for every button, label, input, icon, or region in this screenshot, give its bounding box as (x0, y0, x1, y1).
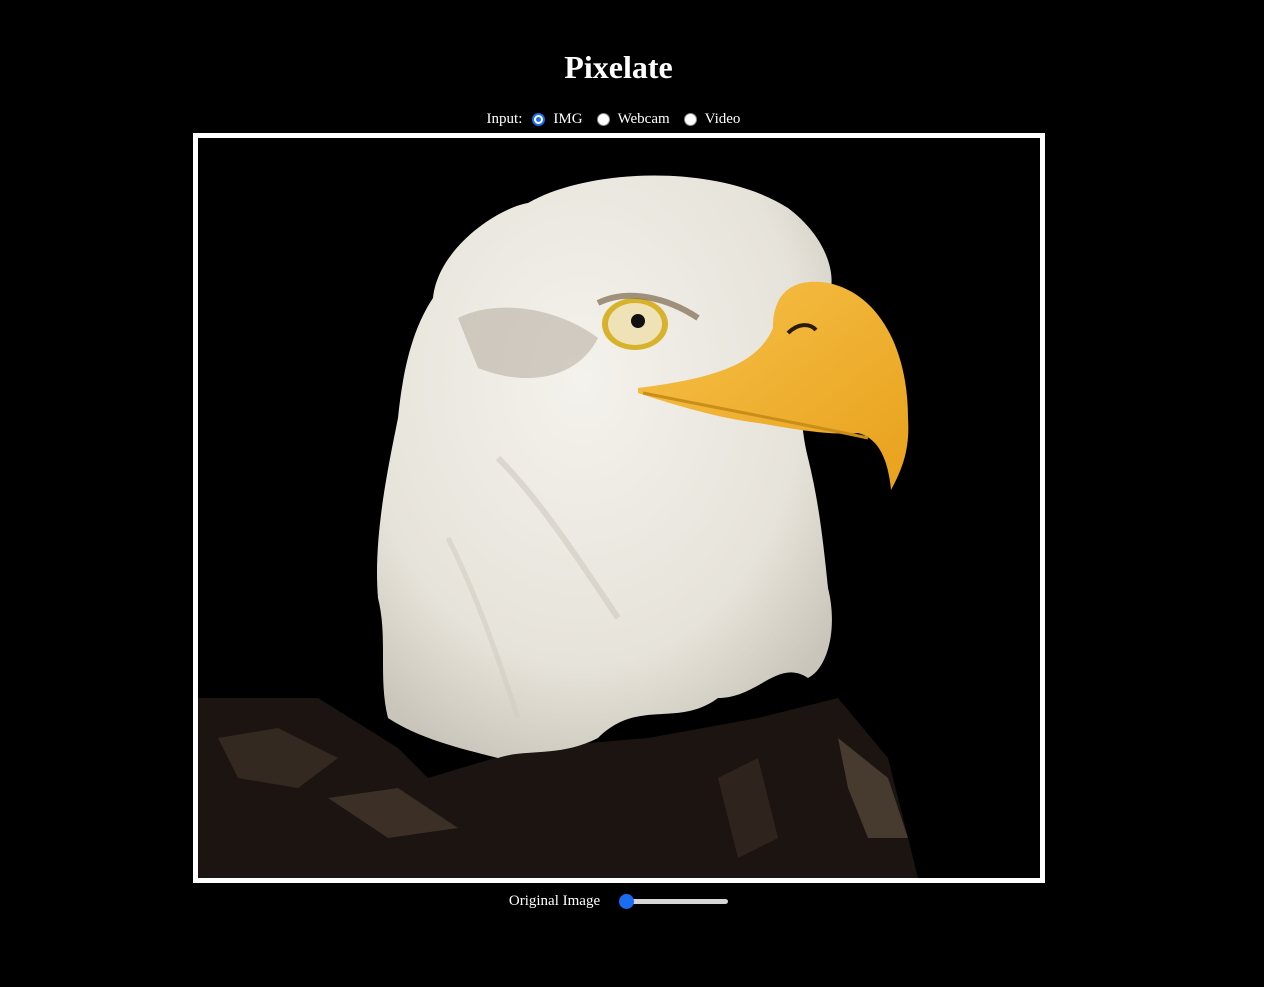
eagle-image (198, 138, 1040, 878)
radio-img-label[interactable]: IMG (553, 111, 582, 128)
radio-video[interactable] (683, 112, 697, 126)
input-selector: Input: IMG Webcam Video (0, 108, 1237, 130)
slider-thumb[interactable] (619, 894, 635, 909)
page-title: Pixelate (564, 49, 673, 85)
mode-label: Original Image (508, 892, 601, 909)
radio-img[interactable] (532, 112, 546, 126)
controls-row: Original Image (0, 890, 1237, 912)
pixel-size-slider[interactable] (619, 893, 729, 909)
radio-webcam-label[interactable]: Webcam (618, 111, 670, 128)
image-canvas (193, 133, 1045, 883)
radio-webcam[interactable] (596, 112, 610, 126)
input-label: Input: (486, 110, 523, 127)
radio-video-label[interactable]: Video (705, 111, 741, 128)
slider-track (622, 899, 729, 904)
